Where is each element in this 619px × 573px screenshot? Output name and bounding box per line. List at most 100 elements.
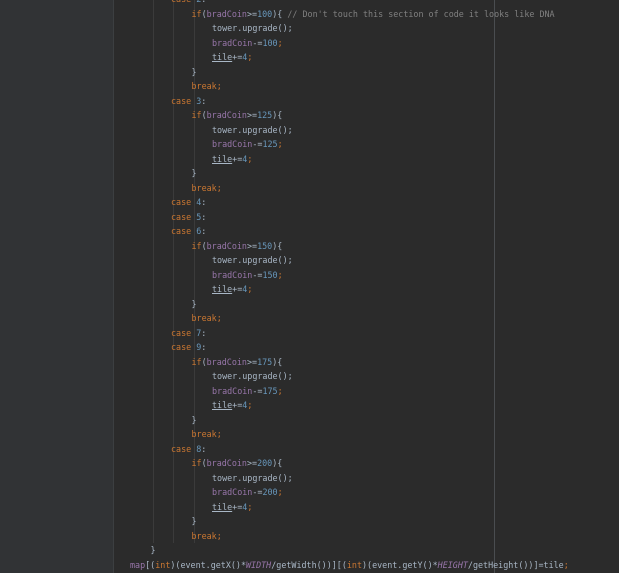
- code-line[interactable]: break;: [192, 181, 222, 196]
- code-line[interactable]: if(bradCoin>=125){: [192, 108, 283, 123]
- code-line[interactable]: }: [151, 543, 156, 558]
- gutter-border: [113, 0, 114, 573]
- code-line[interactable]: case 8:: [171, 442, 206, 457]
- code-token: 100: [257, 8, 273, 19]
- code-token: }: [191, 516, 197, 526]
- code-token: ){: [272, 8, 288, 19]
- code-line[interactable]: tower.upgrade();: [212, 123, 293, 138]
- code-line[interactable]: case 3:: [171, 94, 206, 109]
- code-token: ;: [247, 284, 253, 294]
- code-line[interactable]: }: [192, 514, 197, 529]
- code-line[interactable]: }: [192, 413, 197, 428]
- code-token: }: [191, 298, 197, 309]
- code-editor[interactable]: case 2:if(bradCoin>=100){ // Don't touch…: [0, 0, 619, 573]
- code-token: -=: [252, 487, 263, 497]
- code-line[interactable]: }: [192, 65, 197, 80]
- code-token: // Don't touch this section of code it l…: [287, 8, 555, 19]
- code-line[interactable]: case 9:: [171, 340, 206, 355]
- code-line[interactable]: bradCoin-=150;: [212, 268, 283, 283]
- code-token: HEIGHT: [437, 559, 468, 570]
- code-line[interactable]: case 4:: [171, 195, 206, 210]
- code-token: tower.upgrade();: [212, 255, 293, 265]
- code-line[interactable]: bradCoin-=125;: [212, 137, 283, 152]
- code-token: break;: [191, 429, 222, 439]
- code-line[interactable]: bradCoin-=200;: [212, 485, 283, 500]
- code-line[interactable]: case 5:: [171, 210, 206, 225]
- code-token: ){: [272, 356, 283, 367]
- code-line[interactable]: bradCoin-=100;: [212, 36, 283, 51]
- code-token: ){: [272, 458, 283, 468]
- code-line[interactable]: if(bradCoin>=175){: [192, 355, 283, 370]
- code-token: if: [191, 8, 202, 19]
- code-token: }: [191, 414, 197, 425]
- code-token: if: [191, 356, 202, 367]
- code-token: ;: [247, 153, 253, 164]
- code-token: ;: [277, 139, 283, 149]
- code-token: 150: [262, 269, 278, 280]
- code-line[interactable]: case 7:: [171, 326, 206, 341]
- code-token: break;: [191, 81, 222, 91]
- indent-guide: [173, 0, 174, 543]
- code-token: +=: [232, 284, 243, 294]
- code-token: bradCoin: [206, 240, 247, 251]
- code-token: case: [171, 197, 197, 207]
- code-token: 200: [257, 458, 273, 468]
- editor-gutter: [0, 0, 113, 573]
- code-token: 175: [262, 385, 278, 396]
- code-line[interactable]: tile+=4;: [212, 152, 252, 167]
- code-token: ;: [247, 501, 253, 512]
- code-line[interactable]: }: [192, 166, 197, 181]
- code-token: }: [191, 168, 197, 178]
- code-token: }: [191, 66, 197, 77]
- code-line[interactable]: tower.upgrade();: [212, 21, 293, 36]
- code-token: -=: [252, 139, 263, 149]
- code-token: tile: [212, 400, 233, 410]
- right-margin-guide: [494, 0, 495, 573]
- code-token: :: [201, 342, 207, 352]
- code-token: case: [171, 342, 197, 352]
- code-line[interactable]: bradCoin-=175;: [212, 384, 283, 399]
- code-token: if: [191, 240, 202, 251]
- code-line[interactable]: map[(int)(event.getX()*WIDTH/getWidth())…: [130, 558, 569, 573]
- code-token: tile: [212, 501, 233, 512]
- code-line[interactable]: tile+=4;: [212, 398, 252, 413]
- code-token: map: [130, 559, 146, 570]
- code-token: +=: [232, 52, 243, 62]
- code-token: tile: [212, 153, 233, 164]
- code-token: WIDTH: [246, 559, 272, 570]
- code-line[interactable]: if(bradCoin>=150){: [192, 239, 283, 254]
- code-line[interactable]: tower.upgrade();: [212, 369, 293, 384]
- code-token: ;: [563, 559, 569, 570]
- code-line[interactable]: tower.upgrade();: [212, 471, 293, 486]
- code-line[interactable]: tower.upgrade();: [212, 253, 293, 268]
- code-line[interactable]: break;: [192, 427, 222, 442]
- code-token: ;: [277, 487, 283, 497]
- code-token: :: [201, 226, 207, 236]
- code-line[interactable]: tile+=4;: [212, 500, 252, 515]
- code-token: :: [201, 211, 207, 222]
- code-line[interactable]: }: [192, 297, 197, 312]
- code-line[interactable]: if(bradCoin>=200){: [192, 456, 283, 471]
- code-line[interactable]: if(bradCoin>=100){ // Don't touch this s…: [192, 7, 555, 22]
- code-line[interactable]: break;: [192, 79, 222, 94]
- code-token: bradCoin: [206, 356, 247, 367]
- code-line[interactable]: tile+=4;: [212, 282, 252, 297]
- code-token: ;: [277, 269, 283, 280]
- code-token: ;: [247, 400, 253, 410]
- code-token: bradCoin: [206, 110, 247, 120]
- code-line[interactable]: break;: [192, 529, 222, 544]
- code-token: bradCoin: [212, 385, 253, 396]
- code-line[interactable]: break;: [192, 311, 222, 326]
- code-token: +=: [232, 501, 243, 512]
- code-token: int: [346, 559, 363, 570]
- code-token: :: [201, 95, 207, 106]
- code-line[interactable]: tile+=4;: [212, 50, 252, 65]
- code-token: int: [155, 559, 171, 570]
- code-token: +=: [232, 153, 243, 164]
- code-token: tower.upgrade();: [212, 371, 293, 381]
- code-token: ;: [277, 37, 283, 48]
- code-token: tile: [212, 52, 233, 62]
- code-line[interactable]: case 6:: [171, 224, 206, 239]
- code-token: >=: [246, 458, 258, 468]
- code-token: -=: [252, 385, 263, 396]
